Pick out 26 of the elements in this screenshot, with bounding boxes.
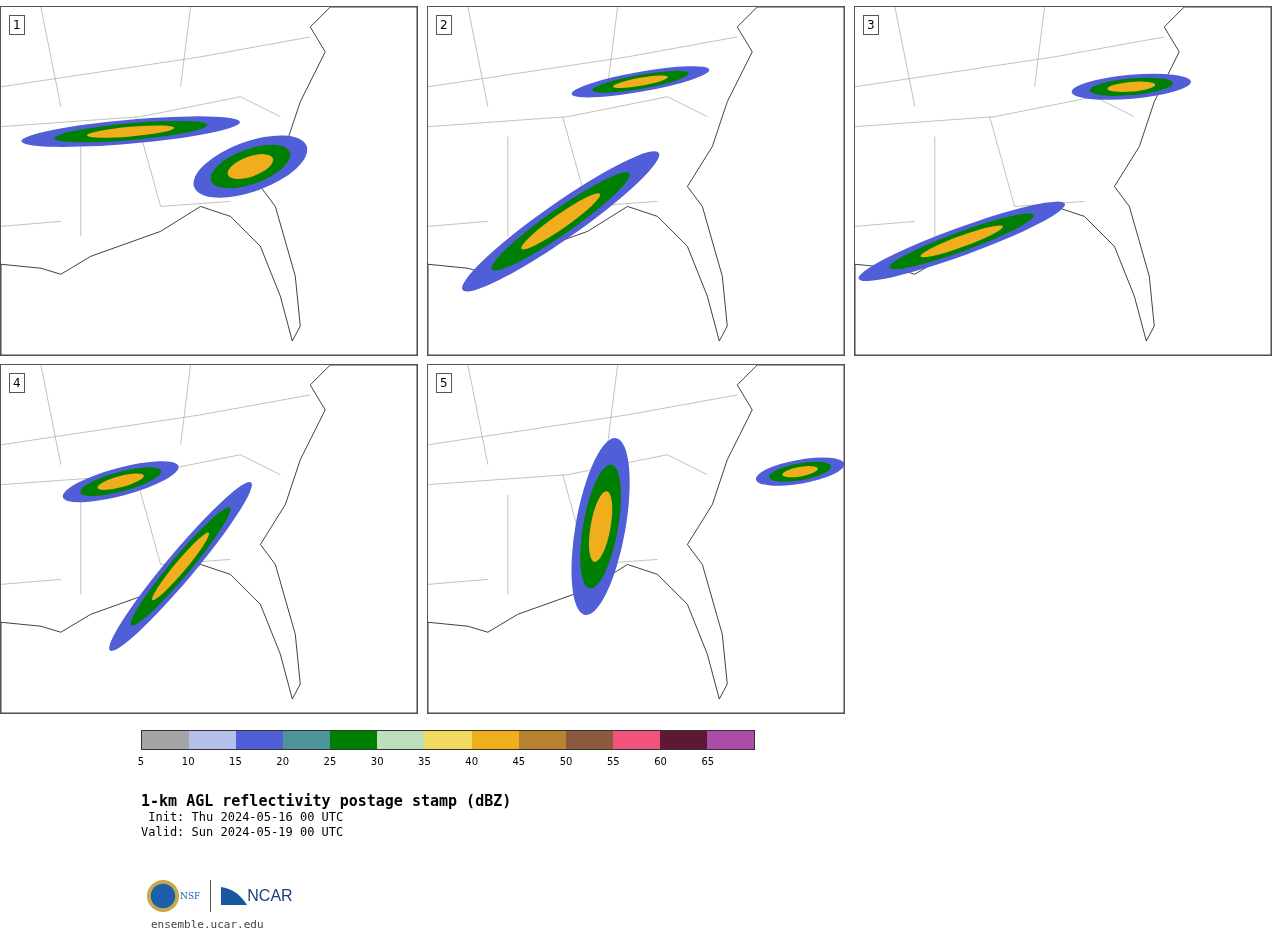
logo-text: NCAR (247, 887, 293, 905)
tick-label: 20 (276, 756, 290, 767)
valid-time: Valid: Sun 2024-05-19 00 UTC (141, 825, 345, 840)
panel-number: 3 (863, 15, 879, 35)
seal-icon (146, 879, 180, 913)
tick-label: 10 (181, 756, 195, 767)
panel-number: 2 (436, 15, 452, 35)
tick-label: 40 (465, 756, 478, 767)
tick-label: 30 (370, 756, 384, 767)
panel-number: 5 (436, 373, 452, 393)
tick-label: 50 (559, 756, 573, 767)
plot-title: 1-km AGL reflectivity postage stamp (dBZ) (141, 792, 513, 810)
panel-number: 4 (9, 373, 25, 393)
tick-label: 45 (512, 756, 526, 767)
panel-number: 1 (9, 15, 25, 35)
logo-text: NSF (180, 891, 201, 901)
tick-label: 60 (654, 756, 667, 767)
tick-label: 5 (137, 756, 145, 767)
site-url: ensemble.ucar.edu (151, 918, 265, 931)
tick-label: 25 (323, 756, 337, 767)
tick-label: 15 (229, 756, 242, 767)
swoosh-icon (221, 887, 248, 905)
tick-label: 65 (701, 756, 715, 767)
tick-label: 55 (607, 756, 620, 767)
init-time: Init: Thu 2024-05-16 00 UTC (147, 810, 345, 825)
tick-label: 35 (418, 756, 431, 767)
